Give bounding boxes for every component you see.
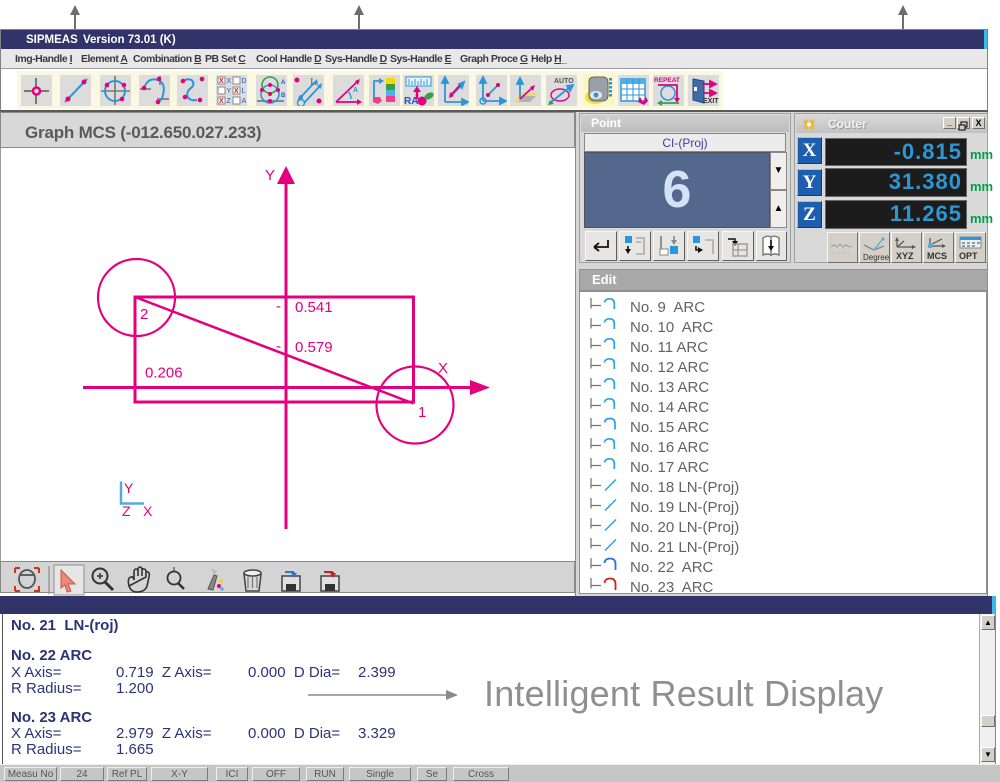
svg-text:0.541: 0.541 bbox=[295, 299, 333, 316]
svg-text:Z: Z bbox=[122, 503, 131, 519]
svg-text:1: 1 bbox=[418, 404, 426, 421]
svg-text:AUTO: AUTO bbox=[554, 78, 574, 85]
svg-text:D: D bbox=[242, 78, 247, 85]
svg-text:X: X bbox=[219, 98, 224, 105]
svg-text:Z: Z bbox=[227, 98, 232, 105]
svg-text:A: A bbox=[281, 80, 286, 86]
svg-text:L: L bbox=[242, 88, 246, 95]
svg-text:RA: RA bbox=[404, 96, 418, 106]
svg-text:0.579: 0.579 bbox=[295, 339, 333, 356]
svg-text:0.206: 0.206 bbox=[145, 365, 183, 382]
svg-text:Y: Y bbox=[227, 88, 232, 95]
svg-text:Degree: Degree bbox=[863, 253, 889, 262]
svg-text:A: A bbox=[353, 87, 358, 94]
svg-text:Y: Y bbox=[124, 480, 134, 496]
svg-text:2: 2 bbox=[140, 306, 148, 323]
svg-text:-: - bbox=[276, 298, 281, 315]
svg-text:X: X bbox=[227, 78, 232, 85]
svg-text:MCS: MCS bbox=[927, 251, 947, 261]
svg-text:-: - bbox=[276, 338, 281, 355]
svg-text:A: A bbox=[242, 98, 247, 105]
svg-text:X: X bbox=[438, 360, 448, 377]
svg-text:B: B bbox=[281, 93, 286, 99]
svg-text:X: X bbox=[143, 503, 153, 519]
svg-text:Y: Y bbox=[265, 167, 275, 184]
svg-text:REPEAT: REPEAT bbox=[654, 77, 680, 84]
svg-text:XYZ: XYZ bbox=[896, 251, 914, 261]
svg-text:X: X bbox=[234, 88, 239, 95]
svg-text:X: X bbox=[219, 78, 224, 85]
svg-text:EXIT: EXIT bbox=[703, 98, 719, 105]
svg-text:OPT: OPT bbox=[959, 251, 978, 261]
